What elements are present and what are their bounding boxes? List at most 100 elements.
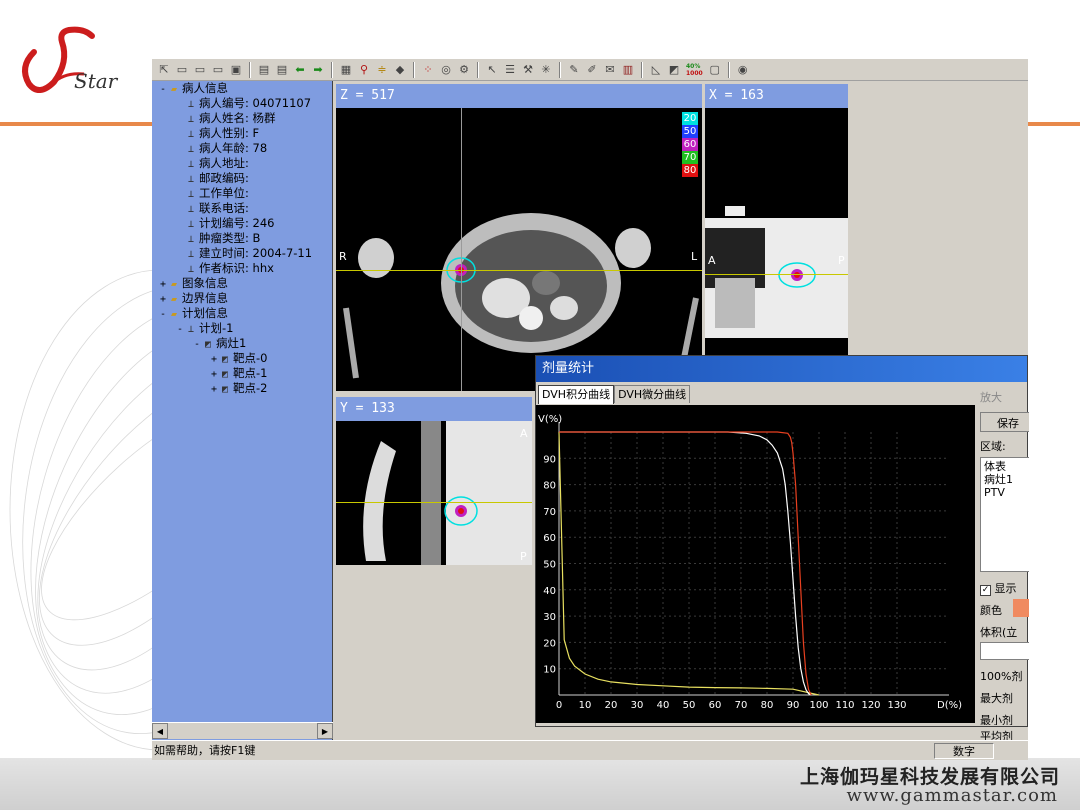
grid-icon[interactable]: ⁘ [420,62,436,78]
tree-node[interactable]: + ◩ 靶点-2 [209,381,267,396]
expand-icon[interactable]: + [209,352,219,367]
tree-node-label: 病人年龄: 78 [199,141,268,155]
patient-tree-panel[interactable]: - ▰ 病人信息 ⊥ 病人编号: 04071107 ⊥ 病人姓名: 杨群 ⊥ 病人性别: F ⊥ 病… [152,81,333,741]
folder-icon[interactable]: ▭ [210,62,226,78]
dialog-title[interactable]: 剂量统计 [536,356,1027,382]
x-tick-label: 60 [709,700,722,711]
exit-icon[interactable]: ⇱ [156,62,172,78]
tree-node-label: 作者标识: hhx [199,261,274,275]
sun-icon[interactable]: ✳ [538,62,554,78]
tree-node[interactable]: ⊥ 建立时间: 2004-7-11 [175,246,312,261]
arrow-left-icon[interactable]: ⬅ [292,62,308,78]
zoom-button[interactable]: 放大 [980,389,1002,405]
monitor-icon[interactable]: ▢ [707,62,723,78]
tree-node[interactable]: ⊥ 病人地址: [175,156,249,171]
coronal-top-marker: A [520,427,528,440]
expand-icon[interactable]: + [209,367,219,382]
dose-side-panel: 放大 保存 区域: 体表 病灶1 PTV ✓ 显示 颜色 体积(立 100%剂 最大… [977,385,1029,725]
tree-node[interactable]: ⊥ 病人编号: 04071107 [175,96,311,111]
isodose-legend-item: 20 [682,112,698,125]
region-list-item[interactable]: 体表 [984,460,1028,473]
folder-icon[interactable]: ▭ [192,62,208,78]
list-icon[interactable]: ☰ [502,62,518,78]
tree-node-label: 病灶1 [216,336,247,350]
sagittal-view[interactable]: X = 163 A P [705,84,848,357]
tree-node[interactable]: - ▰ 计划信息 [158,306,228,321]
region-list-item[interactable]: PTV [984,486,1028,499]
toolbar-separator [727,61,730,78]
check-icon: ✓ [980,585,991,596]
tree-node[interactable]: - ▰ 病人信息 [158,81,228,96]
contour-icon[interactable]: ◎ [438,62,454,78]
tab-dvh-cumulative[interactable]: DVH积分曲线 [538,385,615,404]
x-tick-label: 40 [657,700,670,711]
scroll-right-button[interactable]: ▶ [317,723,333,739]
collapse-icon[interactable]: - [192,337,202,352]
pen-icon[interactable]: ✎ [566,62,582,78]
tree-node[interactable]: ⊥ 工作单位: [175,186,249,201]
region-list[interactable]: 体表 病灶1 PTV [980,457,1029,572]
color-label: 颜色 [980,604,1002,617]
open-folder-icon[interactable]: ▭ [174,62,190,78]
color-swatch[interactable] [1013,599,1029,617]
arrow-right-icon[interactable]: ➡ [310,62,326,78]
volume-field[interactable] [980,642,1029,660]
property-icon: ⊥ [187,129,195,140]
axial-view[interactable]: Z = 517 R L 20 50 60 70 80 [336,84,702,391]
scroll-left-button[interactable]: ◀ [152,723,168,739]
tree-node[interactable]: ⊥ 计划编号: 246 [175,216,275,231]
show-checkbox[interactable]: ✓ 显示 [980,580,1017,596]
dose-scale-value: 1000 [686,69,703,77]
collapse-icon[interactable]: - [175,322,185,337]
book-icon[interactable]: ◆ [392,62,408,78]
tree-node[interactable]: ⊥ 病人年龄: 78 [175,141,267,156]
image-icon[interactable]: ▦ [338,62,354,78]
zoom-icon[interactable]: ⚲ [356,62,372,78]
layout-icon[interactable]: ▤ [256,62,272,78]
toolbar-separator [641,61,643,78]
tool-icon[interactable]: ⚒ [520,62,536,78]
main-toolbar: ⇱ ▭ ▭ ▭ ▣ ▤ ▤ ⬅ ➡ ▦ ⚲ ≑ ◆ ⁘ ◎ ⚙ ↖ ☰ ⚒ ✳ ✎ ✐ ✉ ▥ ◺ ◩ 40% 1000 ▢ ◉ [152,59,1028,81]
tree-node[interactable]: ⊥ 联系电话: [175,201,249,216]
dose-icon[interactable]: ◩ [666,62,682,78]
expand-icon[interactable]: + [209,382,219,397]
pointer-icon[interactable]: ↖ [484,62,500,78]
tree-node[interactable]: + ▰ 边界信息 [158,291,228,306]
collapse-icon[interactable]: - [158,307,168,322]
region-list-item[interactable]: 病灶1 [984,473,1028,486]
tree-node[interactable]: - ⊥ 计划-1 [175,321,233,336]
tree-node-label: 病人信息 [182,81,228,95]
layout-icon[interactable]: ▤ [274,62,290,78]
coronal-view[interactable]: Y = 133 A P [336,397,532,565]
tree-node[interactable]: ⊥ 病人性别: F [175,126,259,141]
tree-horizontal-scrollbar[interactable]: ◀ ▶ [152,722,333,739]
expand-icon[interactable]: + [158,277,168,292]
tree-node[interactable]: + ◩ 靶点-0 [209,351,267,366]
ruler-icon[interactable]: ◺ [648,62,664,78]
y-tick-label: 80 [543,481,556,492]
tree-node[interactable]: + ▰ 图象信息 [158,276,228,291]
property-icon: ⊥ [187,174,195,185]
y-tick-label: 20 [543,638,556,649]
gear-icon[interactable]: ⚙ [456,62,472,78]
globe-icon[interactable]: ◉ [735,62,751,78]
save-icon[interactable]: ▣ [228,62,244,78]
tree-node[interactable]: - ◩ 病灶1 [192,336,246,351]
tree-node[interactable]: + ◩ 靶点-1 [209,366,267,381]
bars-icon[interactable]: ▥ [620,62,636,78]
save-button[interactable]: 保存 [980,412,1029,432]
tree-node-label: 计划编号: 246 [199,216,275,230]
edit-icon[interactable]: ✐ [584,62,600,78]
mail-icon[interactable]: ✉ [602,62,618,78]
tree-node[interactable]: ⊥ 邮政编码: [175,171,249,186]
tree-node[interactable]: ⊥ 肿瘤类型: B [175,231,260,246]
expand-icon[interactable]: + [158,292,168,307]
x-tick-label: 130 [887,700,906,711]
tree-node[interactable]: ⊥ 病人姓名: 杨群 [175,111,276,126]
collapse-icon[interactable]: - [158,82,168,97]
tree-node-label: 邮政编码: [199,171,249,185]
tab-dvh-differential[interactable]: DVH微分曲线 [614,385,691,403]
window-level-icon[interactable]: ≑ [374,62,390,78]
sagittal-ct-image [705,206,848,338]
tree-node[interactable]: ⊥ 作者标识: hhx [175,261,274,276]
